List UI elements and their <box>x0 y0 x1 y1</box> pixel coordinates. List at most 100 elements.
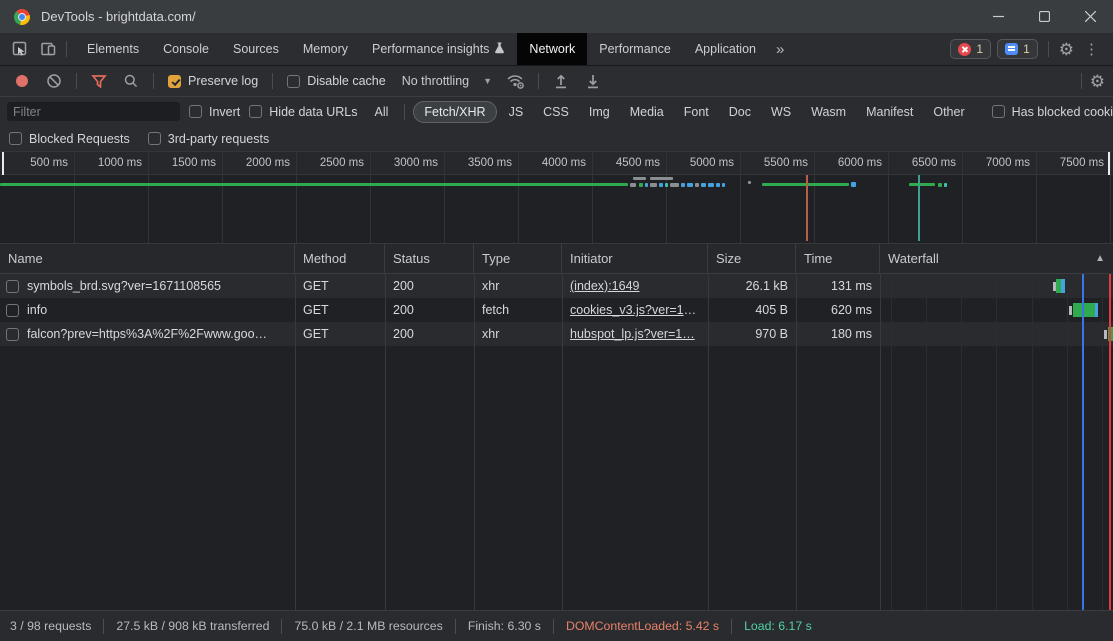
column-header-initiator[interactable]: Initiator <box>562 244 708 273</box>
timeline-handle[interactable] <box>1108 152 1110 175</box>
blocked-requests-checkbox[interactable]: Blocked Requests <box>9 132 130 146</box>
row-checkbox[interactable] <box>6 304 19 317</box>
type-filter-other[interactable]: Other <box>925 101 972 123</box>
timeline-activity-mark <box>722 183 725 187</box>
waterfall-cell <box>880 274 1113 298</box>
tab-sources[interactable]: Sources <box>221 33 291 65</box>
column-header-label: Name <box>8 251 43 266</box>
timeline-activity-mark <box>681 183 685 187</box>
type-filter-ws[interactable]: WS <box>763 101 799 123</box>
timeline-tick-label: 1500 ms <box>138 157 216 169</box>
request-type-cell: xhr <box>474 279 562 293</box>
invert-checkbox[interactable]: Invert <box>189 105 240 119</box>
waterfall-bar <box>1095 303 1098 317</box>
initiator-link[interactable]: hubspot_lp.js?ver=1… <box>570 327 695 341</box>
divider <box>76 73 77 89</box>
flask-icon <box>494 42 505 57</box>
timeline-activity-mark <box>748 181 751 184</box>
row-checkbox[interactable] <box>6 328 19 341</box>
request-time-cell: 131 ms <box>796 279 880 293</box>
checkbox-icon <box>249 105 262 118</box>
import-har-icon[interactable] <box>547 68 575 94</box>
type-filter-img[interactable]: Img <box>581 101 618 123</box>
type-filter-media[interactable]: Media <box>622 101 672 123</box>
network-overview-timeline[interactable]: 500 ms1000 ms1500 ms2000 ms2500 ms3000 m… <box>0 152 1113 244</box>
maximize-icon[interactable] <box>1021 0 1067 33</box>
export-har-icon[interactable] <box>579 68 607 94</box>
third-party-requests-checkbox[interactable]: 3rd-party requests <box>148 132 269 146</box>
initiator-link[interactable]: cookies_v3.js?ver=16… <box>570 303 703 317</box>
type-filter-all[interactable]: All <box>367 101 397 123</box>
filter-funnel-icon[interactable] <box>85 68 113 94</box>
tab-performance-insights[interactable]: Performance insights <box>360 33 517 65</box>
status-load: Load: 6.17 s <box>744 619 812 633</box>
type-filter-js[interactable]: JS <box>501 101 532 123</box>
column-header-size[interactable]: Size <box>708 244 796 273</box>
table-row[interactable]: symbols_brd.svg?ver=1671108565GET200xhr(… <box>0 274 1113 298</box>
inspect-element-icon[interactable] <box>6 36 34 62</box>
row-checkbox[interactable] <box>6 280 19 293</box>
issues-count: 1 <box>1023 42 1030 56</box>
timeline-tick-label: 7000 ms <box>952 157 1030 169</box>
table-row[interactable]: infoGET200fetchcookies_v3.js?ver=16…405 … <box>0 298 1113 322</box>
divider <box>153 73 154 89</box>
request-time-cell: 620 ms <box>796 303 880 317</box>
network-settings-gear-icon[interactable]: ⚙ <box>1090 73 1105 90</box>
type-filter-css[interactable]: CSS <box>535 101 577 123</box>
column-header-name[interactable]: Name <box>0 244 295 273</box>
timeline-tick-label: 3000 ms <box>360 157 438 169</box>
disable-cache-checkbox[interactable]: Disable cache <box>281 74 392 88</box>
record-network-log-icon[interactable] <box>16 75 28 87</box>
more-tabs-icon[interactable]: » <box>768 41 792 58</box>
tab-performance[interactable]: Performance <box>587 33 683 65</box>
tab-network[interactable]: Network <box>517 33 587 65</box>
tab-label: Application <box>695 42 756 56</box>
type-filter-font[interactable]: Font <box>676 101 717 123</box>
type-filter-wasm[interactable]: Wasm <box>803 101 854 123</box>
request-size-cell: 26.1 kB <box>708 279 796 293</box>
filter-bar: Invert Hide data URLs All Fetch/XHRJSCSSI… <box>0 97 1113 126</box>
has-blocked-cookies-checkbox[interactable]: Has blocked cookies <box>992 105 1113 119</box>
sort-arrow-icon: ▲ <box>1095 253 1105 264</box>
timeline-activity-mark <box>665 183 668 187</box>
request-status-cell: 200 <box>385 279 474 293</box>
hide-data-urls-checkbox[interactable]: Hide data URLs <box>249 105 357 119</box>
tab-console[interactable]: Console <box>151 33 221 65</box>
request-size-cell: 405 B <box>708 303 796 317</box>
table-row[interactable]: falcon?prev=https%3A%2F%2Fwww.goo…GET200… <box>0 322 1113 346</box>
clear-network-log-icon[interactable] <box>40 68 68 94</box>
issues-badge[interactable]: 1 <box>997 39 1038 59</box>
checkbox-icon <box>148 132 161 145</box>
kebab-menu-icon[interactable]: ⋮ <box>1080 42 1103 57</box>
column-header-label: Waterfall <box>888 251 939 266</box>
minimize-icon[interactable] <box>975 0 1021 33</box>
throttling-dropdown[interactable]: No throttling ▼ <box>396 74 498 88</box>
search-icon[interactable] <box>117 68 145 94</box>
column-header-time[interactable]: Time <box>796 244 880 273</box>
error-badge[interactable]: 1 <box>950 39 991 59</box>
tab-elements[interactable]: Elements <box>75 33 151 65</box>
column-header-method[interactable]: Method <box>295 244 385 273</box>
filter-input[interactable] <box>7 102 180 121</box>
type-filter-fetch-xhr[interactable]: Fetch/XHR <box>413 101 496 123</box>
status-separator <box>553 619 554 634</box>
column-header-status[interactable]: Status <box>385 244 474 273</box>
device-toolbar-icon[interactable] <box>34 36 62 62</box>
type-filter-doc[interactable]: Doc <box>721 101 759 123</box>
tab-memory[interactable]: Memory <box>291 33 360 65</box>
network-conditions-icon[interactable] <box>502 68 530 94</box>
settings-gear-icon[interactable]: ⚙ <box>1059 41 1074 58</box>
preserve-log-checkbox[interactable]: Preserve log <box>162 74 264 88</box>
status-domcontentloaded: DOMContentLoaded: 5.42 s <box>566 619 719 633</box>
column-header-type[interactable]: Type <box>474 244 562 273</box>
request-name-cell: info <box>0 303 295 317</box>
type-filter-manifest[interactable]: Manifest <box>858 101 921 123</box>
timeline-handle[interactable] <box>2 152 4 175</box>
close-icon[interactable] <box>1067 0 1113 33</box>
initiator-link[interactable]: (index):1649 <box>570 279 640 293</box>
tab-application[interactable]: Application <box>683 33 768 65</box>
error-count: 1 <box>976 42 983 56</box>
request-size-cell: 970 B <box>708 327 796 341</box>
column-header-waterfall[interactable]: Waterfall ▲ <box>880 244 1113 273</box>
waterfall-bar <box>1061 279 1065 293</box>
